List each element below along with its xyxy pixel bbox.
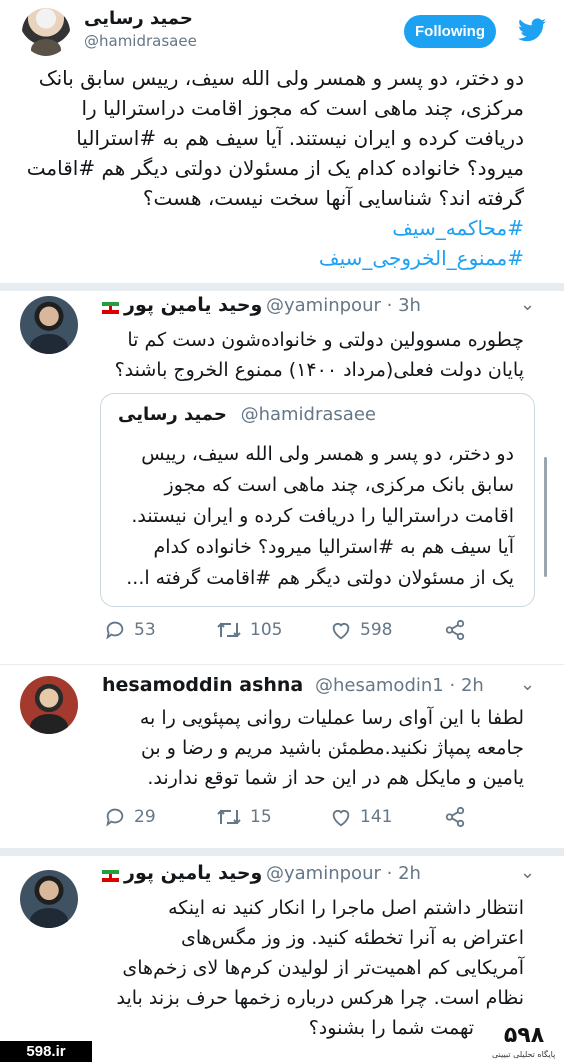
reply-avatar[interactable] [20, 296, 78, 354]
author-handle[interactable]: @hamidrasaee [84, 32, 197, 50]
reply-handle-line: @yaminpour · 3h [266, 295, 421, 316]
dot-separator: · [449, 675, 456, 696]
quoted-text-line: یک از مسئولان دولتی دیگر هم #اقامت گرفته… [126, 567, 514, 589]
author-name[interactable]: حمید رسایی [84, 8, 193, 29]
heart-icon [332, 623, 350, 640]
reply-text-line: تهمت شما را بشنود؟ [308, 1017, 474, 1039]
reply-handle-line: @yaminpour · 2h [266, 863, 421, 884]
quoted-handle: @hamidrasaee [240, 404, 376, 425]
reply-text-line: نظام است. چرا هرکس درباره زخمها حرف بزند… [116, 987, 524, 1009]
retweet-button[interactable]: 15 [216, 806, 330, 828]
site-watermark: 598.ir [0, 1041, 92, 1062]
chevron-down-icon[interactable]: ⌄ [520, 862, 535, 883]
hashtag-link[interactable]: #ممنوع_الخروجی_سیف [319, 244, 524, 274]
section-divider [0, 848, 564, 856]
reply-icon [106, 808, 124, 827]
reply-button[interactable]: 29 [104, 806, 216, 828]
retweet-icon [217, 622, 241, 638]
reply-text-line: پایان دولت فعلی(مرداد ۱۴۰۰) ممنوع الخروج… [114, 359, 524, 381]
following-button[interactable]: Following [404, 15, 496, 48]
tweet-text-line: دریافت کرده و ایران نیستند. آیا سیف هم ب… [76, 126, 524, 150]
section-divider [0, 283, 564, 291]
iran-flag-icon [102, 870, 119, 882]
reply-handle[interactable]: @yaminpour [266, 863, 381, 884]
author-avatar[interactable] [22, 8, 70, 56]
reply-time[interactable]: 2h [398, 863, 421, 884]
quoted-text-line: سابق بانک مرکزی، چند ماهی است که مجوز [164, 474, 514, 496]
quoted-text-line: دو دختر، دو پسر و همسر ولی الله سیف، ریی… [141, 443, 514, 465]
tweet-text-line: گرفته اند؟ شناسایی آنها سخت نیست، هست؟ [142, 186, 524, 210]
like-count: 141 [360, 807, 393, 827]
retweet-button[interactable]: 105 [216, 619, 330, 641]
logo-subtitle: پایگاه تحلیلی تبیینی [492, 1050, 556, 1059]
reply-text-line: لطفا با این آوای رسا عملیات روانی پمپئوی… [139, 707, 524, 729]
share-button[interactable] [444, 619, 474, 641]
dot-separator: · [386, 863, 393, 884]
quoted-text-line: اقامت دراسترالیا را دریافت کرده و ایران … [131, 505, 514, 527]
like-button[interactable]: 598 [330, 619, 444, 641]
reply-author-name[interactable]: وحید یامین پور [124, 294, 262, 316]
reply-text-line: جامعه پمپاژ نکنید.مطمئن باشید مریم و رضا… [140, 737, 524, 759]
reply-avatar[interactable] [20, 870, 78, 928]
reply-text-line: اعتراض به آنرا تخطئه کنید. وز وز مگس‌های [180, 927, 524, 949]
reply-icon [106, 621, 124, 640]
reply-actions: 53 105 598 [104, 619, 474, 641]
hashtag-link[interactable]: #محاکمه_سیف [392, 214, 524, 244]
quoted-author-name: حمید رسایی [118, 404, 227, 425]
reply-handle[interactable]: @yaminpour [266, 295, 381, 316]
reply-avatar[interactable] [20, 676, 78, 734]
retweet-count: 105 [250, 620, 283, 640]
chevron-down-icon[interactable]: ⌄ [520, 674, 535, 695]
dot-separator: · [386, 295, 393, 316]
quote-scrollbar[interactable] [544, 457, 547, 577]
reply-time[interactable]: 3h [398, 295, 421, 316]
retweet-count: 15 [250, 807, 272, 827]
share-button[interactable] [444, 806, 474, 828]
reply-text-line: انتظار داشتم اصل ماجرا را انکار کنید نه … [168, 897, 524, 919]
reply-count: 53 [134, 620, 156, 640]
quoted-author-line: حمید رسایی @hamidrasaee [118, 404, 376, 425]
reply-author-name[interactable]: hesamoddin ashna [102, 674, 303, 696]
reply-button[interactable]: 53 [104, 619, 216, 641]
reply-count: 29 [134, 807, 156, 827]
tweet-text-line: دو دختر، دو پسر و همسر ولی الله سیف، ریی… [38, 66, 524, 90]
reply-time[interactable]: 2h [461, 675, 484, 696]
twitter-bird-icon [518, 18, 546, 42]
reply-text-line: چطوره مسوولین دولتی و خانواده‌شون دست کم… [127, 329, 524, 351]
share-icon [445, 806, 465, 828]
reply-handle[interactable]: @hesamodin1 [315, 675, 444, 696]
heart-icon [332, 810, 350, 827]
like-count: 598 [360, 620, 393, 640]
chevron-down-icon[interactable]: ⌄ [520, 294, 535, 315]
retweet-icon [217, 809, 241, 825]
like-button[interactable]: 141 [330, 806, 444, 828]
tweet-text-line: مرکزی، چند ماهی است که مجوز اقامت دراستر… [81, 96, 524, 120]
reply-header: hesamoddin ashna @hesamodin1 · 2h [102, 674, 484, 696]
reply-text-line: آمریکایی کم اهمیت‌تر از لولیدن کرم‌ها لا… [122, 957, 524, 979]
quoted-text-line: آیا سیف هم به #استرالیا میرود؟ خانواده ک… [153, 536, 514, 558]
reply-author-name[interactable]: وحید یامین پور [124, 862, 262, 884]
share-icon [445, 619, 465, 641]
tweet-divider [0, 664, 564, 665]
iran-flag-icon [102, 302, 119, 314]
reply-actions: 29 15 141 [104, 806, 474, 828]
tweet-text-line: میرود؟ خانواده کدام یک از مسئولان دولتی … [26, 156, 524, 180]
reply-text-line: یامین و مایکل هم در این حد از شما توقع ن… [147, 767, 524, 789]
